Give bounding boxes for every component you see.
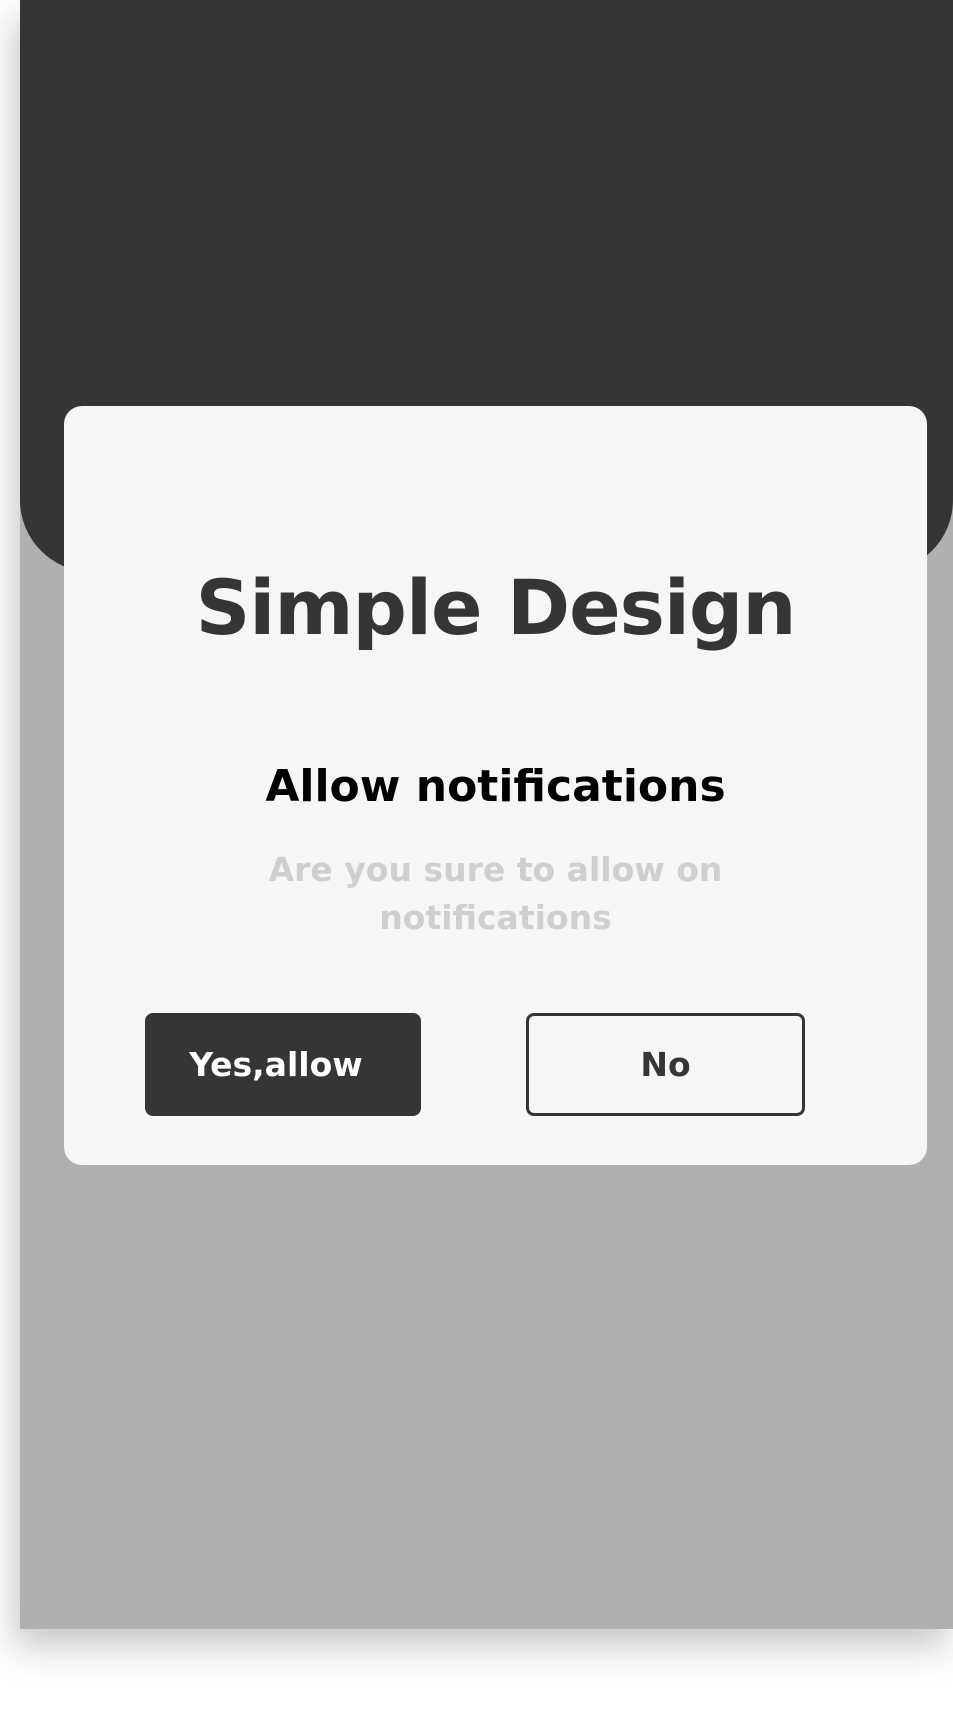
dialog-heading: Allow notifications — [265, 761, 726, 812]
app-screen: Simple Design Allow notifications Are yo… — [20, 0, 953, 1629]
allow-button[interactable]: Yes,allow — [145, 1013, 421, 1116]
dialog-message: Are you sure to allow on notifications — [268, 850, 723, 937]
deny-button[interactable]: No — [526, 1013, 805, 1116]
notification-dialog: Simple Design Allow notifications Are yo… — [64, 406, 927, 1165]
app-title: Simple Design — [195, 563, 797, 652]
